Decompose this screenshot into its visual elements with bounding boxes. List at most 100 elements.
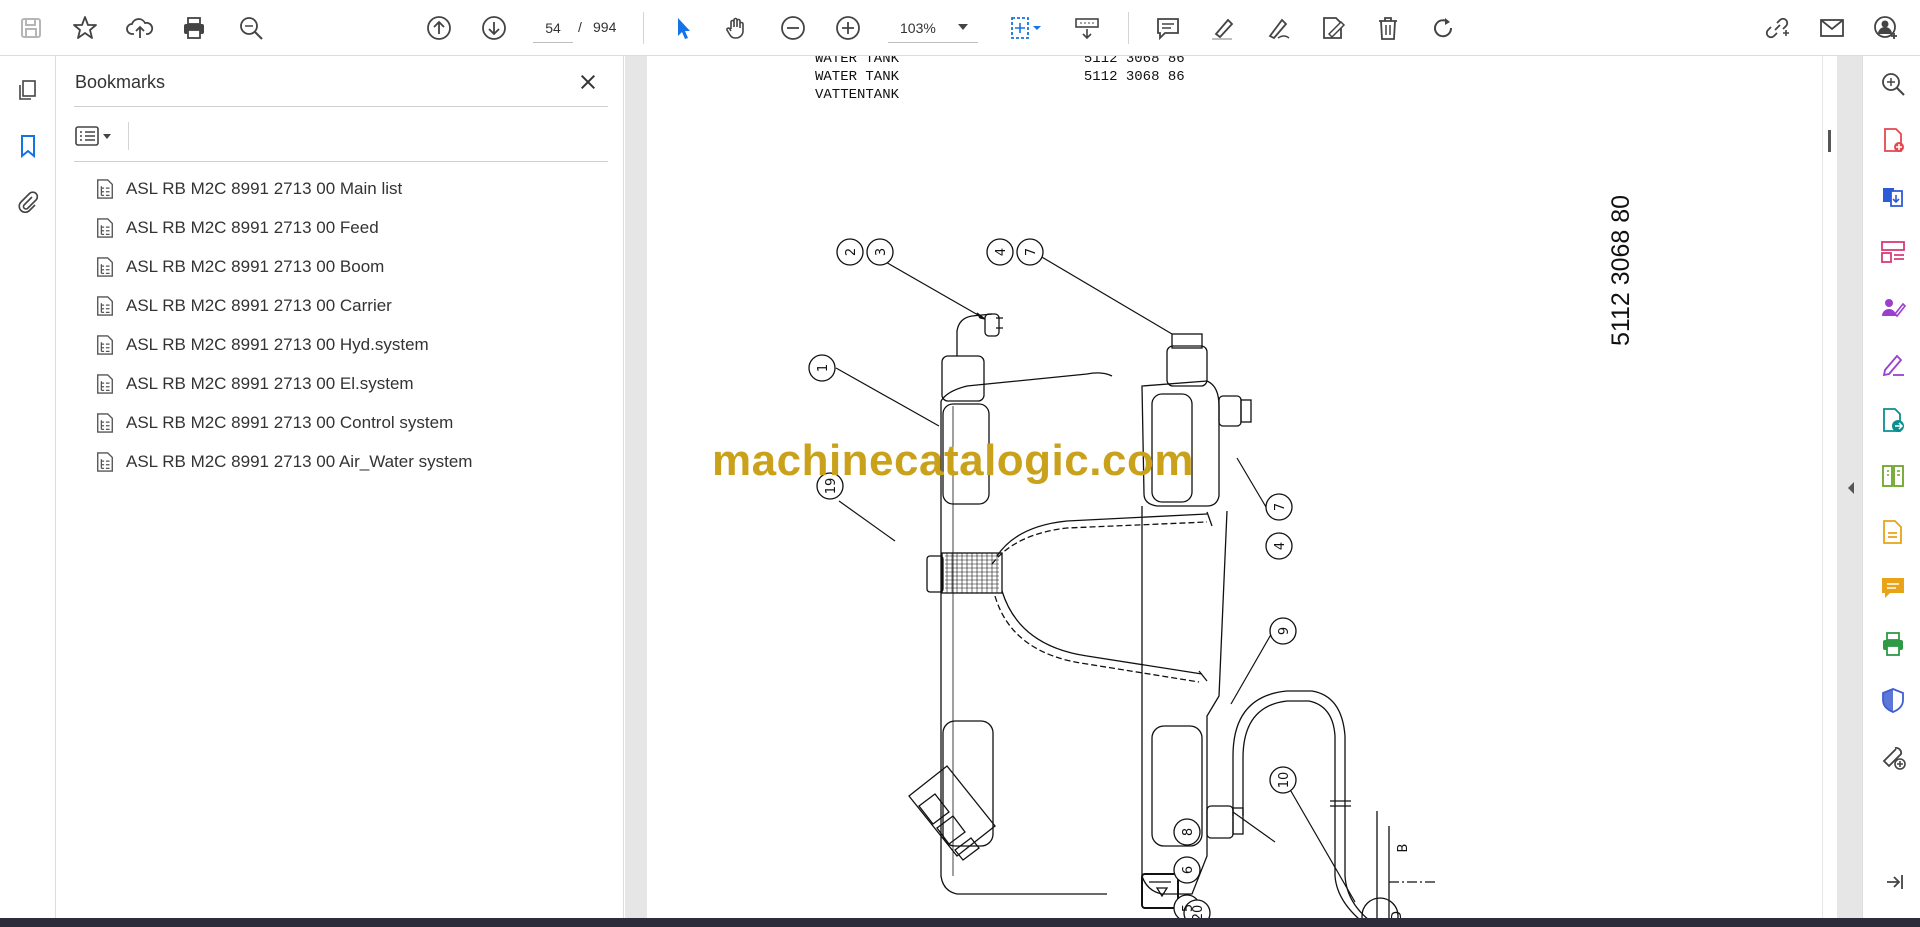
label-d: D — [1390, 911, 1405, 918]
hand-tool-icon[interactable] — [717, 8, 757, 48]
export-pdf-icon[interactable] — [1875, 178, 1911, 214]
bookmark-page-icon — [94, 450, 116, 474]
window-bottom-edge — [0, 918, 1920, 927]
bookmark-page-icon — [94, 372, 116, 396]
send-for-review-icon[interactable] — [1875, 402, 1911, 438]
callout: 2 — [844, 248, 859, 256]
callout: 4 — [994, 248, 1009, 256]
collapse-right-panel-icon[interactable] — [1846, 478, 1856, 498]
callout: 10 — [1277, 772, 1292, 789]
create-pdf-icon[interactable] — [1875, 122, 1911, 158]
vertical-scrollbar[interactable] — [1823, 56, 1837, 918]
watermark: machinecatalogic.com — [712, 436, 1194, 485]
callout: 3 — [874, 248, 889, 256]
document-viewport[interactable]: WATER TANK 5112 3068 86 WATER TANK 5112 … — [625, 56, 1862, 918]
bookmark-item[interactable]: ASL RB M2C 8991 2713 00 El.system — [94, 364, 606, 403]
account-icon[interactable] — [1866, 8, 1906, 48]
cloud-upload-icon[interactable] — [120, 8, 160, 48]
compare-files-icon[interactable] — [1875, 458, 1911, 494]
bookmark-label: ASL RB M2C 8991 2713 00 Control system — [126, 412, 454, 432]
attachments-icon[interactable] — [8, 182, 48, 222]
collapse-tools-icon[interactable] — [1875, 864, 1911, 900]
select-cursor-icon[interactable] — [663, 8, 703, 48]
divider — [74, 106, 608, 107]
bookmark-item[interactable]: ASL RB M2C 8991 2713 00 Main list — [94, 169, 606, 208]
print-production-icon[interactable] — [1875, 626, 1911, 662]
bookmark-label: ASL RB M2C 8991 2713 00 Hyd.system — [126, 334, 429, 354]
zoom-out-icon[interactable] — [773, 8, 813, 48]
label-b: B — [1396, 844, 1411, 853]
page-number-input[interactable] — [533, 13, 573, 43]
toolbar-divider — [643, 12, 644, 44]
fill-and-sign-icon[interactable] — [1875, 346, 1911, 382]
edit-text-icon[interactable] — [1313, 8, 1353, 48]
protect-shield-icon[interactable] — [1875, 682, 1911, 718]
bookmark-label: ASL RB M2C 8991 2713 00 El.system — [126, 373, 414, 393]
callout: 20 — [1191, 905, 1206, 918]
left-navigation-rail — [0, 56, 56, 918]
callout: 9 — [1277, 627, 1292, 635]
organize-pages-icon[interactable] — [1875, 234, 1911, 270]
bookmark-item[interactable]: ASL RB M2C 8991 2713 00 Control system — [94, 403, 606, 442]
bookmark-label: ASL RB M2C 8991 2713 00 Feed — [126, 217, 379, 237]
next-page-icon[interactable] — [474, 8, 514, 48]
callout: 7 — [1273, 503, 1288, 511]
rotate-icon[interactable] — [1423, 8, 1463, 48]
bookmarks-panel: Bookmarks ASL RB M2C 8991 2713 00 Main l… — [56, 56, 624, 918]
comment-tool-icon[interactable] — [1875, 570, 1911, 606]
right-tools-rail — [1862, 56, 1920, 918]
zoom-in-icon[interactable] — [828, 8, 868, 48]
divider — [128, 122, 129, 150]
print-icon[interactable] — [174, 8, 214, 48]
page-separator: / — [578, 19, 582, 35]
bookmark-page-icon — [94, 216, 116, 240]
bookmark-item[interactable]: ASL RB M2C 8991 2713 00 Feed — [94, 208, 606, 247]
bookmark-item[interactable]: ASL RB M2C 8991 2713 00 Boom — [94, 247, 606, 286]
more-tools-icon[interactable] — [1875, 738, 1911, 774]
bookmark-page-icon — [94, 333, 116, 357]
delete-icon[interactable] — [1368, 8, 1408, 48]
search-zoom-icon[interactable] — [1875, 66, 1911, 102]
bookmark-page-icon — [94, 294, 116, 318]
panel-title: Bookmarks — [75, 72, 166, 92]
scrolling-mode-icon[interactable] — [1067, 8, 1107, 48]
page-thumbnails-icon[interactable] — [8, 70, 48, 110]
page-total: 994 — [593, 19, 617, 35]
callout: 7 — [1024, 248, 1039, 256]
bookmark-page-icon — [94, 255, 116, 279]
callout: 8 — [1181, 828, 1196, 836]
highlight-icon[interactable] — [1202, 8, 1242, 48]
find-icon[interactable] — [231, 8, 271, 48]
bookmark-label: ASL RB M2C 8991 2713 00 Main list — [126, 178, 403, 198]
comment-icon[interactable] — [1148, 8, 1188, 48]
bookmark-label: ASL RB M2C 8991 2713 00 Air_Water system — [126, 451, 473, 471]
bookmark-label: ASL RB M2C 8991 2713 00 Carrier — [126, 295, 392, 315]
scrollbar-thumb[interactable] — [1828, 130, 1831, 152]
zoom-level-value: 103% — [900, 20, 936, 36]
email-icon[interactable] — [1812, 8, 1852, 48]
pdf-page: WATER TANK 5112 3068 86 WATER TANK 5112 … — [647, 56, 1822, 918]
bookmark-options-button[interactable] — [74, 120, 122, 152]
bookmark-page-icon — [94, 177, 116, 201]
save-icon[interactable] — [11, 8, 51, 48]
bookmark-label: ASL RB M2C 8991 2713 00 Boom — [126, 256, 385, 276]
callout: 6 — [1181, 866, 1196, 874]
share-link-icon[interactable] — [1757, 8, 1797, 48]
bookmarks-icon[interactable] — [8, 126, 48, 166]
callout: 1 — [816, 364, 831, 372]
scan-ocr-icon[interactable] — [1875, 514, 1911, 550]
bookmark-item[interactable]: ASL RB M2C 8991 2713 00 Air_Water system — [94, 442, 606, 481]
close-icon[interactable] — [574, 68, 602, 96]
fit-page-icon[interactable] — [1002, 8, 1050, 48]
star-icon[interactable] — [65, 8, 105, 48]
draw-icon[interactable] — [1258, 8, 1298, 48]
toolbar-divider — [1128, 12, 1129, 44]
technical-drawing: 2 3 4 7 1 7 4 19 9 10 8 6 5 20 B D — [808, 238, 1437, 918]
bookmark-item[interactable]: ASL RB M2C 8991 2713 00 Hyd.system — [94, 325, 606, 364]
callout: 4 — [1273, 542, 1288, 550]
bookmark-item[interactable]: ASL RB M2C 8991 2713 00 Carrier — [94, 286, 606, 325]
list-options-icon — [75, 126, 111, 146]
previous-page-icon[interactable] — [419, 8, 459, 48]
top-toolbar: / 994 103% — [0, 0, 1920, 56]
request-signatures-icon[interactable] — [1875, 290, 1911, 326]
